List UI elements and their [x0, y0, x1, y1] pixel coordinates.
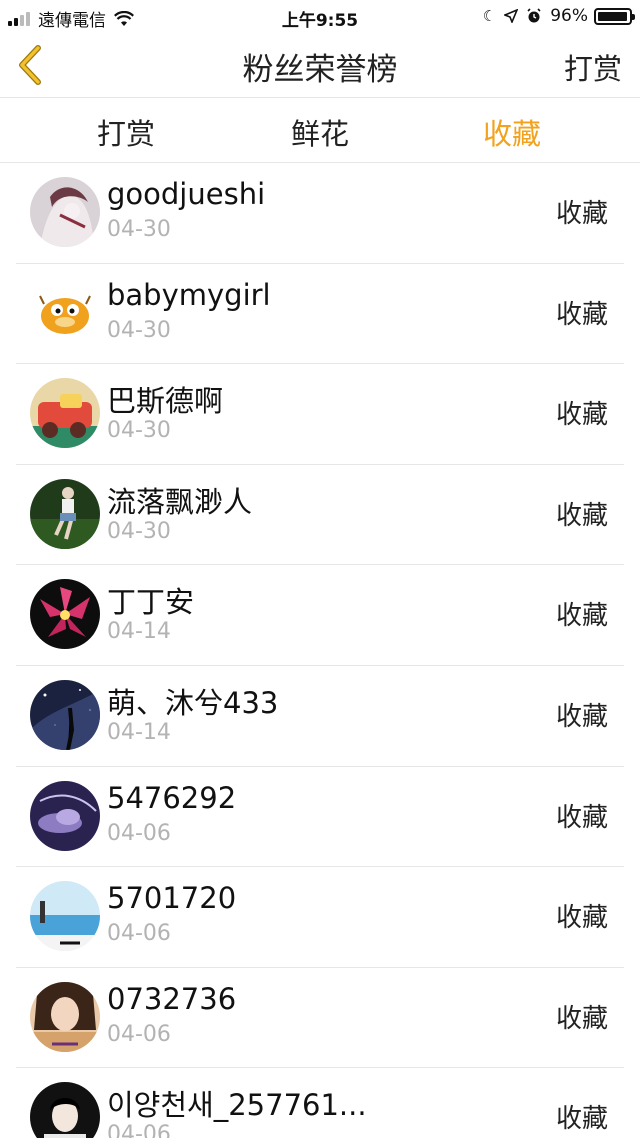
list-item[interactable]: 이양천새_257761... 04-06 收藏	[0, 1068, 640, 1138]
action-label: 收藏	[555, 199, 608, 229]
fan-list: goodjueshi 04-30 收藏 babymygirl 04-30 收藏 …	[0, 163, 640, 1138]
username: 5701720	[107, 881, 237, 916]
location-arrow-icon	[504, 9, 519, 23]
avatar	[30, 378, 100, 449]
favorite-date: 04-30	[107, 518, 171, 544]
avatar	[30, 277, 100, 348]
favorite-date: 04-14	[107, 719, 171, 745]
tab-favorites[interactable]: 收藏	[442, 111, 582, 153]
list-item[interactable]: 流落飘渺人 04-30 收藏	[0, 465, 640, 566]
avatar	[30, 1082, 100, 1138]
list-item[interactable]: goodjueshi 04-30 收藏	[0, 163, 640, 264]
avatar	[30, 478, 100, 549]
avatar	[30, 780, 100, 851]
username: 巴斯德啊	[107, 384, 224, 419]
avatar	[30, 981, 100, 1052]
list-item[interactable]: 萌、沐兮433 04-14 收藏	[0, 666, 640, 767]
avatar	[30, 881, 100, 952]
username: 이양천새_257761...	[107, 1088, 367, 1123]
list-item[interactable]: 5701720 04-06 收藏	[0, 867, 640, 968]
action-label: 收藏	[555, 400, 608, 431]
favorite-date: 04-30	[107, 217, 171, 242]
list-item[interactable]: babymygirl 04-30 收藏	[0, 264, 640, 365]
action-label: 收藏	[555, 701, 608, 732]
action-label: 收藏	[555, 903, 608, 934]
tab-flowers[interactable]: 鲜花	[250, 111, 390, 153]
page-title: 粉丝荣誉榜	[242, 52, 398, 88]
tab-bar: 打赏 鲜花 收藏	[0, 99, 640, 163]
username: goodjueshi	[107, 177, 266, 211]
favorite-date: 04-30	[107, 317, 171, 343]
username: 丁丁安	[107, 585, 195, 620]
favorite-date: 04-06	[107, 921, 171, 947]
favorite-date: 04-14	[107, 619, 171, 645]
favorite-date: 04-06	[107, 1021, 171, 1047]
favorite-date: 04-30	[107, 418, 171, 444]
favorite-date: 04-06	[107, 1122, 171, 1138]
battery-percent: 96%	[550, 6, 588, 26]
action-label: 收藏	[555, 802, 608, 833]
action-label: 收藏	[555, 299, 608, 330]
username: 5476292	[107, 780, 237, 815]
status-bar: 遠傳電信 上午9:55 ☾ 96%	[0, 0, 640, 34]
favorite-date: 04-06	[107, 820, 171, 846]
avatar	[30, 177, 100, 247]
reward-button[interactable]: 打赏	[564, 46, 622, 88]
nav-bar: 粉丝荣誉榜 打赏	[0, 34, 640, 98]
username: 萌、沐兮433	[107, 685, 279, 720]
list-item[interactable]: 5476292 04-06 收藏	[0, 767, 640, 868]
action-label: 收藏	[555, 601, 608, 632]
list-item[interactable]: 0732736 04-06 收藏	[0, 968, 640, 1069]
username: babymygirl	[107, 277, 271, 312]
action-label: 收藏	[555, 500, 608, 531]
username: 0732736	[107, 981, 237, 1016]
list-item[interactable]: 巴斯德啊 04-30 收藏	[0, 364, 640, 465]
avatar	[30, 679, 100, 750]
list-item[interactable]: 丁丁安 04-14 收藏	[0, 565, 640, 666]
tab-reward[interactable]: 打赏	[56, 111, 196, 153]
action-label: 收藏	[555, 1003, 608, 1034]
moon-icon: ☾	[482, 7, 497, 25]
alarm-icon	[527, 8, 541, 23]
action-label: 收藏	[555, 1104, 608, 1135]
username: 流落飘渺人	[107, 484, 253, 519]
battery-icon	[594, 7, 635, 25]
avatar	[30, 579, 100, 650]
